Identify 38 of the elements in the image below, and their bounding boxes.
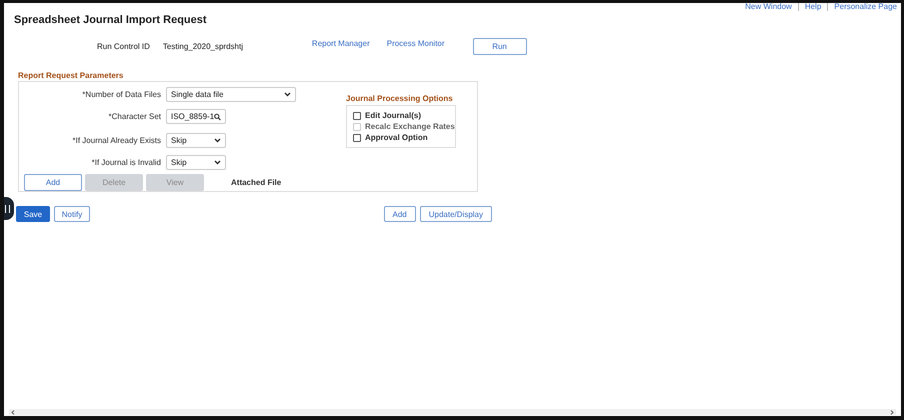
attached-file-label: Attached File [231, 178, 282, 187]
checkbox-label: Edit Journal(s) [365, 111, 422, 120]
run-control-value: Testing_2020_sprdshtj [162, 42, 244, 50]
footer-button[interactable]: Add [384, 206, 416, 222]
process-link[interactable]: Process Monitor [386, 38, 445, 48]
header-link[interactable]: Personalize Page [834, 3, 897, 11]
footer-button[interactable]: Notify [54, 206, 90, 222]
horizontal-scrollbar[interactable] [9, 409, 896, 415]
checkbox[interactable] [353, 134, 361, 142]
field-label: *Character Set [108, 112, 162, 121]
header-link[interactable]: Help [804, 3, 822, 11]
dropdown[interactable]: Skip [166, 133, 226, 148]
field-label: *Number of Data Files [81, 90, 162, 99]
file-button[interactable]: Add [24, 174, 82, 191]
chevron-down-icon [284, 92, 291, 97]
chevron-down-icon [214, 138, 221, 143]
run-control-label: Run Control ID [97, 42, 150, 50]
lookup-field[interactable]: ISO_8859-1 [166, 109, 226, 124]
footer-button[interactable]: Save [16, 206, 50, 222]
process-link[interactable]: Report Manager [312, 38, 370, 48]
run-button[interactable]: Run [472, 38, 527, 54]
collapse-handle[interactable] [4, 197, 14, 220]
chevron-down-icon [214, 160, 221, 165]
checkbox-label: Recalc Exchange Rates [365, 122, 455, 131]
scroll-right-icon[interactable] [890, 410, 894, 414]
checkbox-label: Approval Option [365, 133, 428, 142]
dropdown[interactable]: Skip [166, 155, 226, 170]
field-label: *If Journal is Invalid [90, 158, 162, 167]
scroll-left-icon[interactable] [11, 410, 15, 414]
options-title: Journal Processing Options [346, 94, 454, 103]
search-icon[interactable] [214, 112, 221, 120]
section-title: Report Request Parameters [18, 71, 124, 80]
footer-button[interactable]: Update/Display [420, 206, 492, 222]
header-link[interactable]: New Window [745, 3, 792, 11]
page-title: Spreadsheet Journal Import Request [14, 14, 208, 26]
field-label: *If Journal Already Exists [72, 136, 162, 145]
checkbox[interactable] [353, 112, 361, 120]
dropdown[interactable]: Single data file [166, 87, 296, 102]
